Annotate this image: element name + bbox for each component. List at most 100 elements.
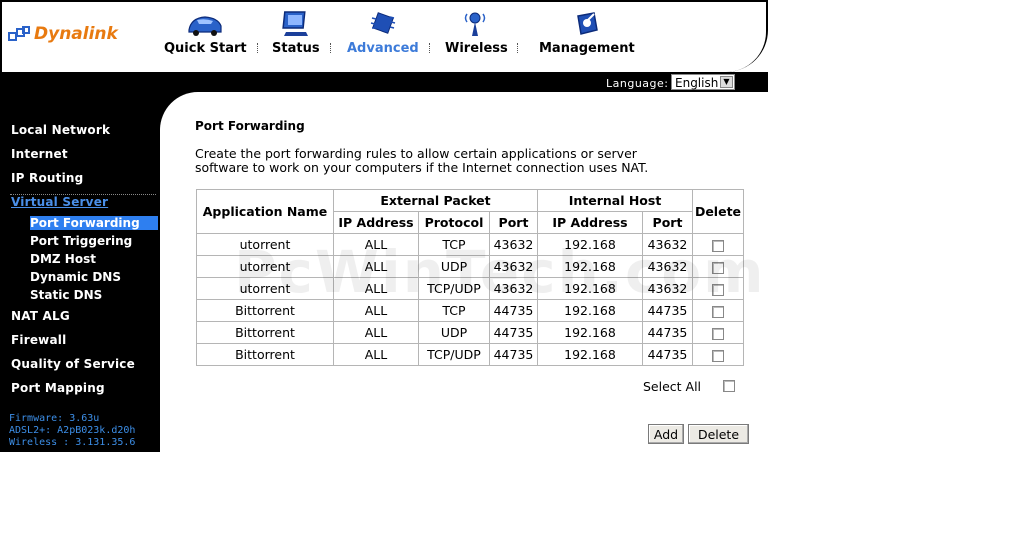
cell-internal-ip: 192.168: [537, 321, 643, 344]
sidebar-item-ip-routing[interactable]: IP Routing: [11, 171, 83, 185]
sidebar-subitem-port-triggering[interactable]: Port Triggering: [30, 234, 132, 248]
monitor-icon: [280, 10, 312, 38]
car-icon: [185, 10, 225, 38]
table-header-row: Application Name External Packet Interna…: [196, 189, 744, 234]
cell-port: 44735: [489, 321, 538, 344]
nav-label: Advanced: [347, 41, 419, 56]
cell-delete: [692, 277, 744, 300]
nav-advanced[interactable]: Advanced: [347, 10, 419, 56]
cell-internal-port: 43632: [642, 277, 693, 300]
nav-divider: [517, 43, 519, 53]
delete-checkbox[interactable]: [712, 349, 724, 362]
sidebar-subitem-static-dns[interactable]: Static DNS: [30, 288, 102, 302]
nav-quick-start[interactable]: Quick Start: [164, 10, 247, 56]
description-line: Create the port forwarding rules to allo…: [195, 146, 637, 161]
sidebar-item-quality-of-service[interactable]: Quality of Service: [11, 357, 135, 371]
wireless-info: Wireless : 3.131.35.6: [9, 437, 136, 448]
delete-checkbox[interactable]: [712, 283, 724, 296]
nav-status[interactable]: Status: [272, 10, 320, 56]
table-row: Bittorrent ALL UDP 44735 192.168 44735: [196, 321, 744, 344]
cell-app: utorrent: [196, 277, 334, 300]
cell-port: 43632: [489, 255, 538, 278]
sidebar-item-port-mapping[interactable]: Port Mapping: [11, 381, 105, 395]
sidebar-subitem-port-forwarding[interactable]: Port Forwarding: [30, 216, 158, 230]
cell-app: utorrent: [196, 255, 334, 278]
cell-app: Bittorrent: [196, 343, 334, 366]
sidebar-item-internet[interactable]: Internet: [11, 147, 68, 161]
column-header-external: External Packet: [333, 189, 538, 212]
page-description: Create the port forwarding rules to allo…: [195, 147, 715, 175]
cell-internal-port: 44735: [642, 343, 693, 366]
nav-label: Status: [272, 41, 320, 56]
column-header-protocol: Protocol: [418, 211, 490, 234]
column-header-ip: IP Address: [333, 211, 419, 234]
cell-internal-ip: 192.168: [537, 233, 643, 256]
table-row: utorrent ALL TCP/UDP 43632 192.168 43632: [196, 277, 744, 300]
column-header-app: Application Name: [196, 189, 334, 234]
cell-delete: [692, 255, 744, 278]
nav-label: Management: [539, 41, 635, 56]
box-icon: [574, 10, 600, 38]
cell-protocol: TCP/UDP: [418, 277, 490, 300]
cell-internal-ip: 192.168: [537, 299, 643, 322]
cell-app: utorrent: [196, 233, 334, 256]
nav-wireless[interactable]: Wireless: [445, 10, 508, 56]
cell-ip: ALL: [333, 343, 419, 366]
column-header-port: Port: [489, 211, 538, 234]
select-all-label: Select All: [643, 379, 702, 394]
nav-management[interactable]: Management: [539, 10, 635, 56]
dynalink-logo-icon: [8, 26, 30, 42]
nav-label: Wireless: [445, 41, 508, 56]
description-line: software to work on your computers if th…: [195, 160, 649, 175]
table-row: Bittorrent ALL TCP 44735 192.168 44735: [196, 299, 744, 322]
delete-checkbox[interactable]: [712, 239, 724, 252]
nav-label: Quick Start: [164, 41, 247, 56]
nav-divider: [330, 43, 332, 53]
cell-delete: [692, 321, 744, 344]
cell-internal-port: 44735: [642, 321, 693, 344]
delete-button[interactable]: Delete: [688, 424, 749, 444]
antenna-icon: [463, 10, 489, 38]
sidebar-subitem-dmz-host[interactable]: DMZ Host: [30, 252, 96, 266]
cell-port: 44735: [489, 299, 538, 322]
sidebar-item-nat-alg[interactable]: NAT ALG: [11, 309, 70, 323]
cell-app: Bittorrent: [196, 299, 334, 322]
cell-protocol: TCP: [418, 299, 490, 322]
cell-port: 43632: [489, 277, 538, 300]
cell-internal-ip: 192.168: [537, 255, 643, 278]
add-button[interactable]: Add: [648, 424, 684, 444]
cell-ip: ALL: [333, 321, 419, 344]
language-select[interactable]: English ▼: [671, 74, 735, 90]
language-label: Language:: [606, 77, 669, 90]
column-header-internal: Internal Host: [537, 189, 693, 212]
sidebar-item-virtual-server[interactable]: Virtual Server: [11, 195, 108, 209]
column-header-internal-port: Port: [642, 211, 693, 234]
language-value: English: [675, 76, 719, 90]
chevron-down-icon[interactable]: ▼: [720, 76, 733, 88]
sidebar-subitem-dynamic-dns[interactable]: Dynamic DNS: [30, 270, 121, 284]
column-header-internal-ip: IP Address: [537, 211, 643, 234]
firmware-info: Firmware: 3.63u: [9, 413, 100, 424]
cell-ip: ALL: [333, 233, 419, 256]
cell-app: Bittorrent: [196, 321, 334, 344]
column-header-delete: Delete: [692, 189, 744, 234]
cell-internal-port: 43632: [642, 255, 693, 278]
cell-delete: [692, 343, 744, 366]
nav-divider: [257, 43, 259, 53]
table-row: utorrent ALL UDP 43632 192.168 43632: [196, 255, 744, 278]
delete-checkbox[interactable]: [712, 261, 724, 274]
nav-divider: [429, 43, 431, 53]
adsl-info: ADSL2+: A2pB023k.d20h: [9, 425, 136, 436]
delete-checkbox[interactable]: [712, 305, 724, 318]
cell-protocol: TCP/UDP: [418, 343, 490, 366]
port-forwarding-table: Application Name External Packet Interna…: [196, 189, 744, 366]
cell-port: 43632: [489, 233, 538, 256]
select-all-checkbox[interactable]: [723, 380, 735, 392]
cell-ip: ALL: [333, 255, 419, 278]
cell-delete: [692, 233, 744, 256]
delete-checkbox[interactable]: [712, 327, 724, 340]
cell-internal-ip: 192.168: [537, 277, 643, 300]
sidebar-item-local-network[interactable]: Local Network: [11, 123, 110, 137]
cell-ip: ALL: [333, 299, 419, 322]
sidebar-item-firewall[interactable]: Firewall: [11, 333, 66, 347]
